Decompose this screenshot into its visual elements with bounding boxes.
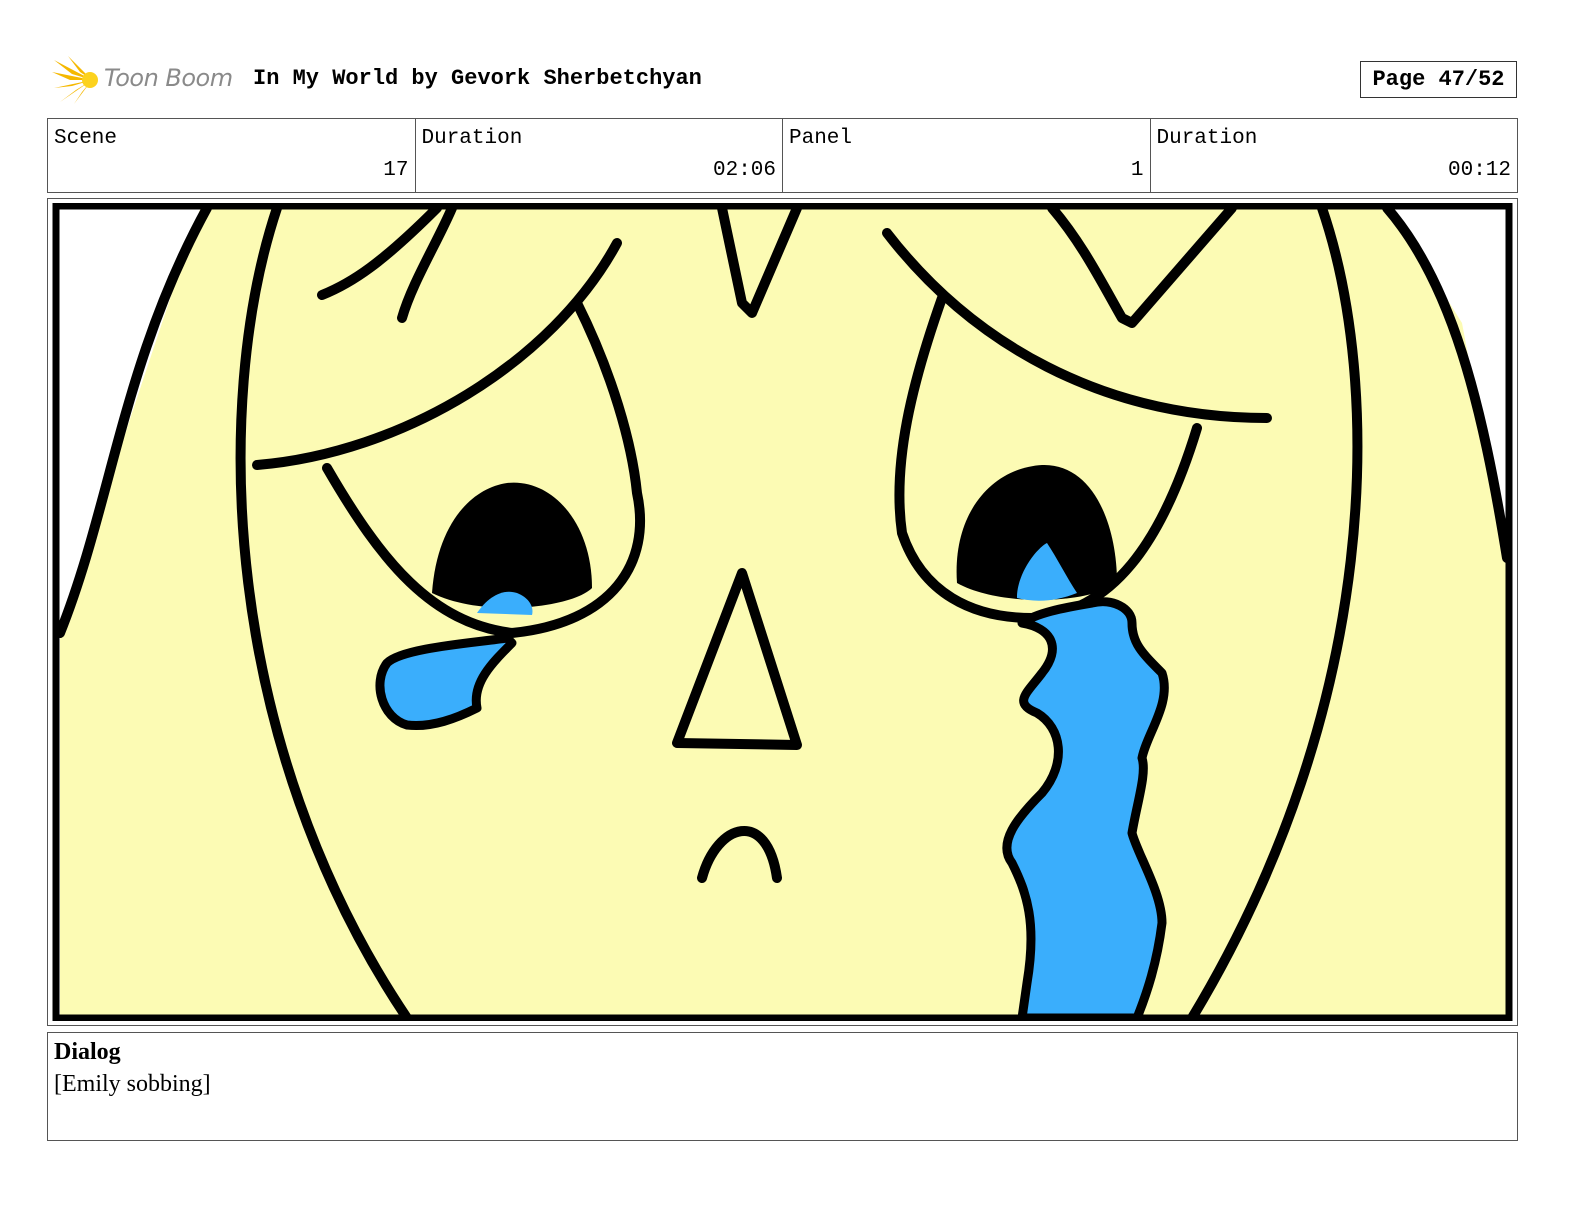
logo-text: Toon Boom: [104, 64, 233, 92]
panel-duration-cell: Duration 00:12: [1151, 119, 1518, 192]
dialog-box: Dialog [Emily sobbing]: [47, 1032, 1518, 1141]
panel-value: 1: [1130, 159, 1144, 182]
scene-label: Scene: [54, 127, 118, 150]
panel-cell: Panel 1: [783, 119, 1151, 192]
storyboard-panel: [47, 198, 1518, 1026]
panel-label: Panel: [789, 127, 853, 150]
panel-info-table: Scene 17 Duration 02:06 Panel 1 Duration…: [47, 118, 1518, 193]
dialog-text: [Emily sobbing]: [54, 1071, 211, 1097]
panel-drawing-crying-face: [52, 203, 1513, 1021]
page-indicator: Page 47/52: [1360, 61, 1517, 98]
scene-cell: Scene 17: [48, 119, 416, 192]
dialog-title: Dialog: [54, 1039, 121, 1065]
scene-duration-cell: Duration 02:06: [416, 119, 783, 192]
scene-duration-label: Duration: [421, 127, 523, 150]
scene-value: 17: [383, 159, 409, 182]
panel-duration-label: Duration: [1156, 127, 1258, 150]
document-title: In My World by Gevork Sherbetchyan: [253, 66, 702, 91]
scene-duration-value: 02:06: [712, 159, 776, 182]
panel-duration-value: 00:12: [1447, 159, 1511, 182]
